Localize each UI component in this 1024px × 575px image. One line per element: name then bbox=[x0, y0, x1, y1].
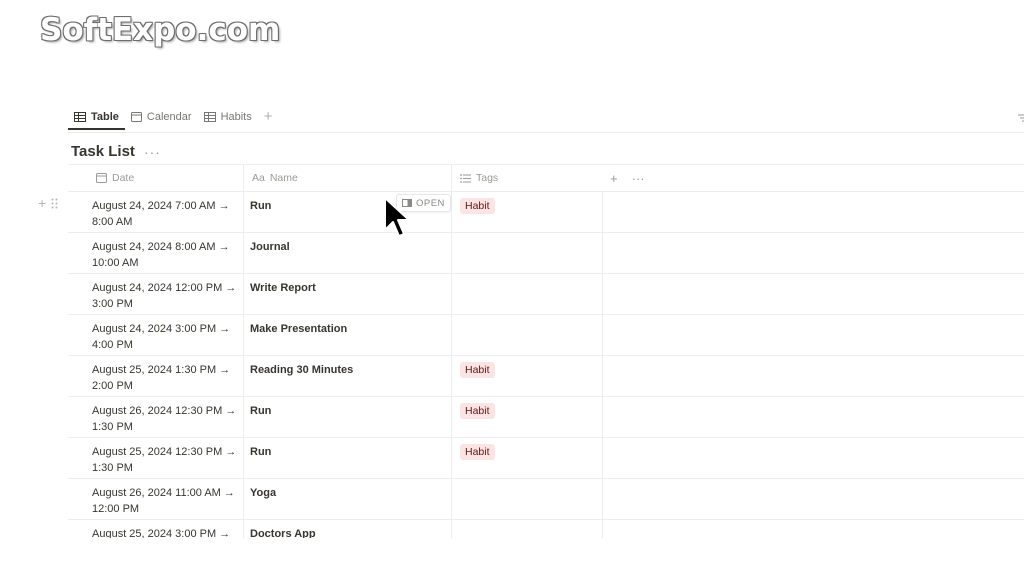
empty-cell bbox=[602, 438, 1024, 478]
tab-habits-label: Habits bbox=[220, 111, 252, 123]
date-cell[interactable]: August 25, 2024 12:30 PM → 1:30 PM bbox=[68, 438, 243, 478]
tags-cell[interactable] bbox=[451, 520, 602, 540]
row-handle: + bbox=[38, 195, 58, 211]
mouse-pointer-icon bbox=[384, 197, 410, 237]
date-cell[interactable]: August 26, 2024 11:00 AM → 12:00 PM bbox=[68, 479, 243, 519]
database-more-button[interactable]: ··· bbox=[144, 144, 161, 160]
table-row[interactable]: August 26, 2024 11:00 AM → 12:00 PM Yoga bbox=[68, 479, 1024, 520]
table-row[interactable]: August 25, 2024 12:30 PM → 1:30 PM Run H… bbox=[68, 438, 1024, 479]
empty-cell bbox=[602, 274, 1024, 314]
date-cell[interactable]: August 24, 2024 8:00 AM → 10:00 AM bbox=[68, 233, 243, 273]
table-row[interactable]: August 24, 2024 8:00 AM → 10:00 AM Journ… bbox=[68, 233, 1024, 274]
views-divider bbox=[68, 132, 1024, 133]
name-cell[interactable]: Make Presentation bbox=[243, 315, 451, 355]
tags-cell[interactable]: Habit bbox=[451, 397, 602, 437]
add-column-button[interactable]: + bbox=[610, 171, 618, 186]
date-cell[interactable]: August 24, 2024 12:00 PM → 3:00 PM bbox=[68, 274, 243, 314]
tag-badge: Habit bbox=[460, 444, 495, 460]
date-cell[interactable]: August 26, 2024 12:30 PM → 1:30 PM bbox=[68, 397, 243, 437]
date-cell[interactable]: August 24, 2024 7:00 AM → 8:00 AM bbox=[68, 192, 243, 232]
column-actions: + ··· bbox=[602, 171, 645, 186]
column-date-label: Date bbox=[112, 172, 135, 184]
tab-habits[interactable]: Habits bbox=[198, 106, 258, 128]
tags-cell[interactable]: Habit bbox=[451, 192, 602, 232]
date-cell[interactable]: August 25, 2024 3:00 PM → 4:00 PM bbox=[68, 520, 243, 540]
name-cell[interactable]: Run bbox=[243, 438, 451, 478]
empty-cell bbox=[602, 233, 1024, 273]
drag-handle-icon[interactable] bbox=[51, 198, 58, 209]
table-header: Date Aa Name Tags + ··· bbox=[68, 164, 1024, 192]
empty-cell bbox=[602, 520, 1024, 540]
tags-cell[interactable] bbox=[451, 315, 602, 355]
plus-icon[interactable]: + bbox=[38, 195, 46, 211]
tags-cell[interactable]: Habit bbox=[451, 356, 602, 396]
table-icon bbox=[203, 112, 216, 122]
view-tabs: Table Calendar Habits + bbox=[68, 106, 279, 132]
table-row[interactable]: August 25, 2024 3:00 PM → 4:00 PM Doctor… bbox=[68, 520, 1024, 540]
name-cell[interactable]: Reading 30 Minutes bbox=[243, 356, 451, 396]
add-view-button[interactable]: + bbox=[258, 106, 279, 128]
column-date[interactable]: Date bbox=[68, 165, 243, 191]
column-name[interactable]: Aa Name bbox=[243, 165, 451, 191]
tag-badge: Habit bbox=[460, 362, 495, 378]
table-row[interactable]: August 26, 2024 12:30 PM → 1:30 PM Run H… bbox=[68, 397, 1024, 438]
text-type-icon: Aa bbox=[252, 172, 265, 184]
table-row[interactable]: August 24, 2024 12:00 PM → 3:00 PM Write… bbox=[68, 274, 1024, 315]
page-title[interactable]: Task List bbox=[71, 143, 135, 160]
table-row[interactable]: August 24, 2024 7:00 AM → 8:00 AM Run Ha… bbox=[68, 192, 1024, 233]
tab-calendar[interactable]: Calendar bbox=[125, 106, 198, 128]
date-cell[interactable]: August 24, 2024 3:00 PM → 4:00 PM bbox=[68, 315, 243, 355]
tag-badge: Habit bbox=[460, 403, 495, 419]
calendar-icon bbox=[96, 173, 107, 183]
tags-cell[interactable] bbox=[451, 274, 602, 314]
watermark-logo: SoftExpo.com bbox=[40, 12, 281, 48]
database-header: Task List ··· bbox=[71, 143, 161, 160]
name-cell[interactable]: Write Report bbox=[243, 274, 451, 314]
tab-calendar-label: Calendar bbox=[146, 111, 192, 123]
table-row[interactable]: August 24, 2024 3:00 PM → 4:00 PM Make P… bbox=[68, 315, 1024, 356]
tags-cell[interactable] bbox=[451, 479, 602, 519]
calendar-icon bbox=[130, 112, 142, 122]
name-cell[interactable]: Journal bbox=[243, 233, 451, 273]
empty-cell bbox=[602, 356, 1024, 396]
empty-cell bbox=[602, 479, 1024, 519]
empty-cell bbox=[602, 315, 1024, 355]
date-cell[interactable]: August 25, 2024 1:30 PM → 2:00 PM bbox=[68, 356, 243, 396]
task-table: Date Aa Name Tags + ··· August 24, 2024 … bbox=[68, 164, 1024, 540]
open-button-label: OPEN bbox=[416, 197, 445, 209]
tags-cell[interactable] bbox=[451, 233, 602, 273]
tab-table[interactable]: Table bbox=[68, 106, 125, 130]
name-cell[interactable]: Yoga bbox=[243, 479, 451, 519]
column-tags[interactable]: Tags bbox=[451, 165, 602, 191]
filter-icon[interactable] bbox=[1014, 113, 1024, 123]
tag-badge: Habit bbox=[460, 198, 495, 214]
tab-table-label: Table bbox=[91, 111, 119, 123]
name-cell[interactable]: Run bbox=[243, 397, 451, 437]
empty-cell bbox=[602, 397, 1024, 437]
viewport-edge bbox=[0, 538, 1024, 575]
tags-cell[interactable]: Habit bbox=[451, 438, 602, 478]
table-row[interactable]: August 25, 2024 1:30 PM → 2:00 PM Readin… bbox=[68, 356, 1024, 397]
column-tags-label: Tags bbox=[476, 172, 499, 184]
empty-cell bbox=[602, 192, 1024, 232]
column-name-label: Name bbox=[269, 172, 298, 184]
table-icon bbox=[74, 112, 86, 122]
name-cell[interactable]: Doctors App bbox=[243, 520, 451, 540]
column-more-button[interactable]: ··· bbox=[632, 171, 645, 186]
list-icon bbox=[460, 173, 471, 183]
